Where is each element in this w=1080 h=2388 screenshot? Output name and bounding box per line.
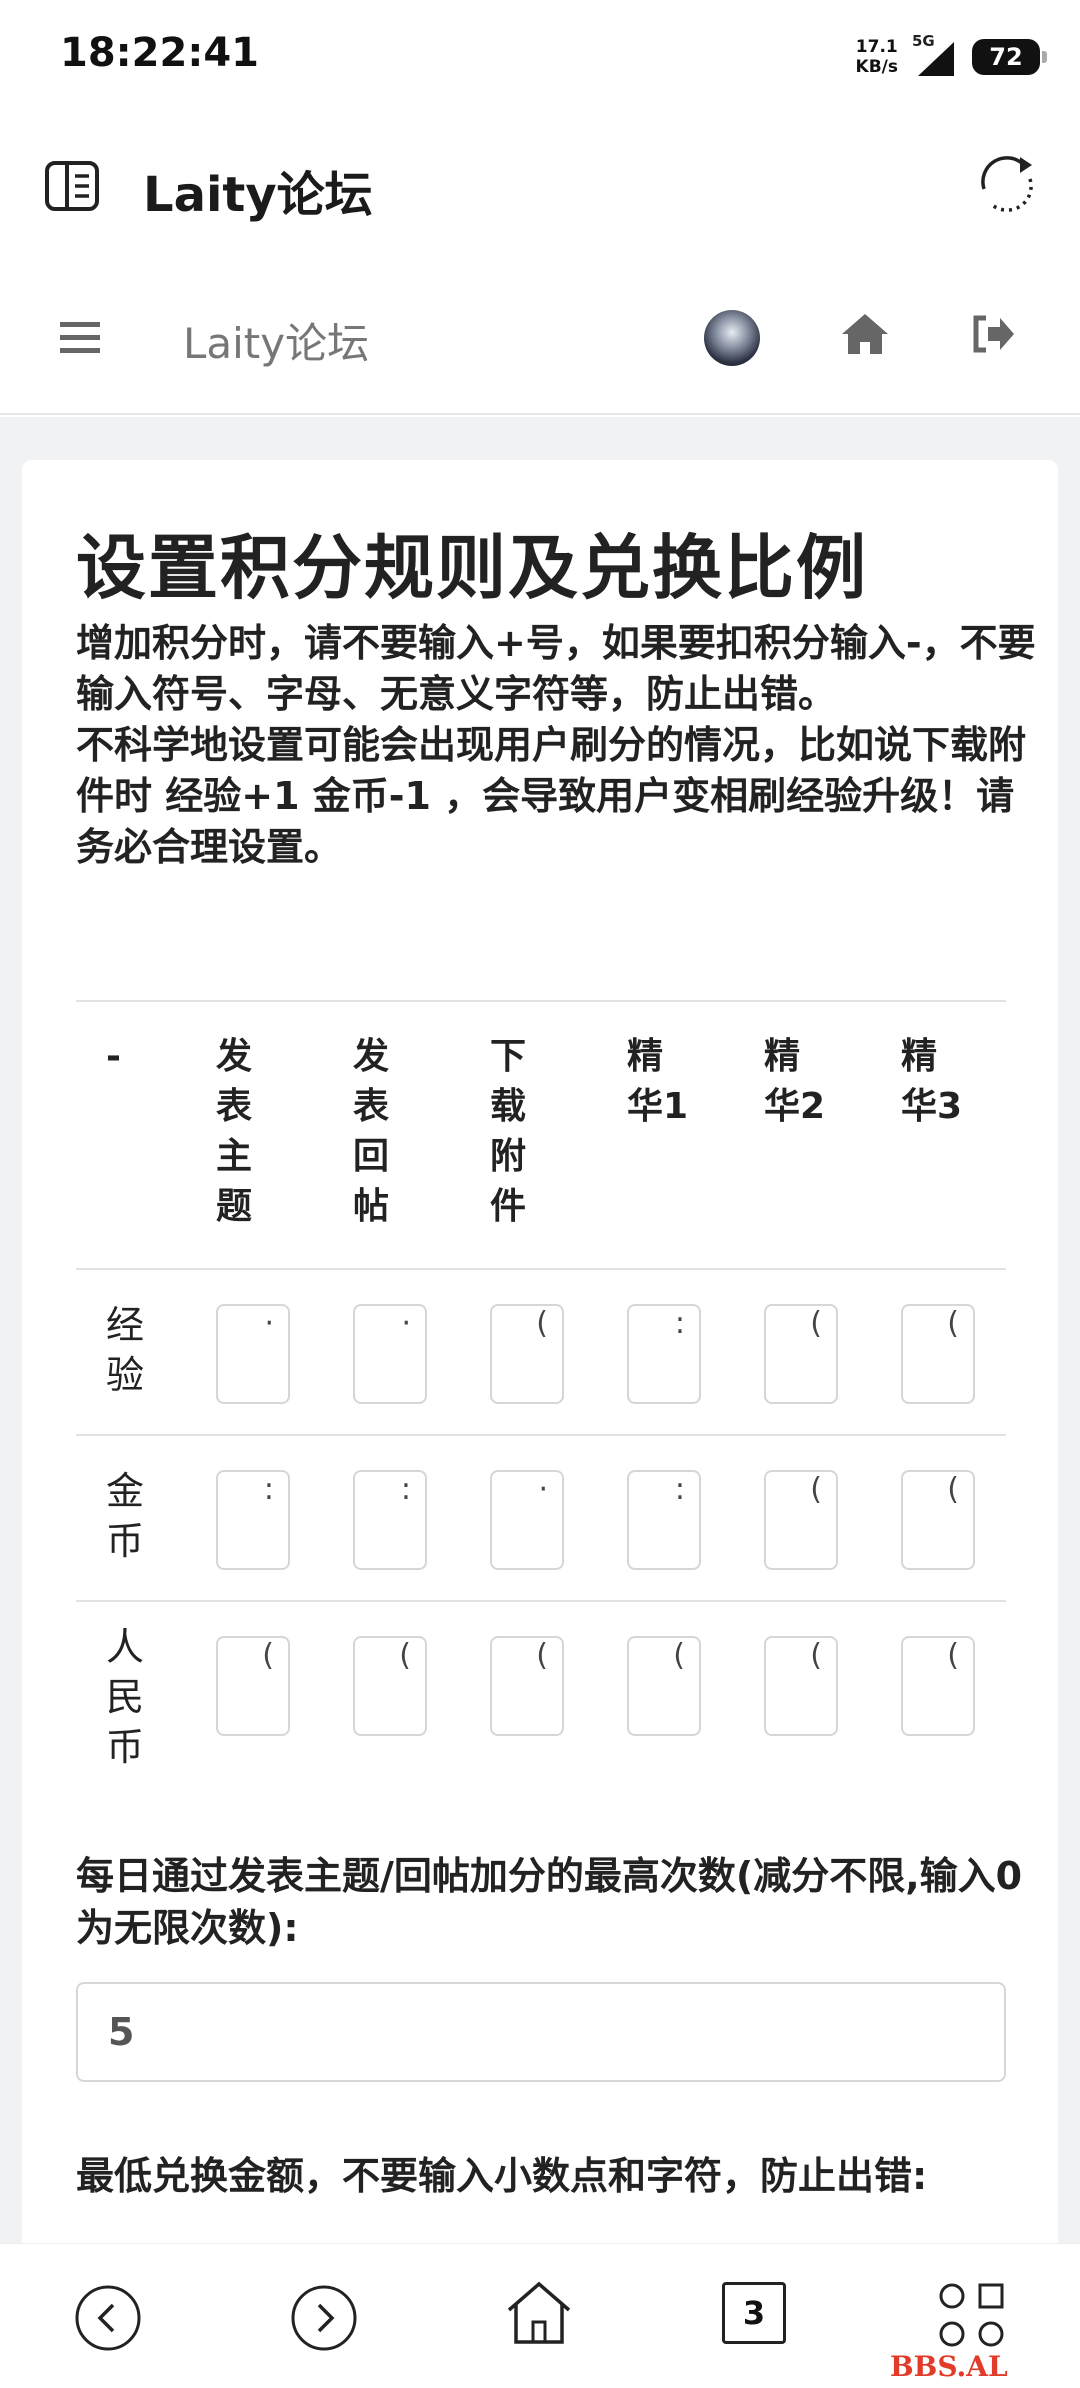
points-input[interactable]: ( (353, 1636, 427, 1736)
table-header: - 发表主题 发表回帖 下载附件 精华1 精华2 精华3 (76, 1002, 1006, 1270)
column-header: 精华2 (764, 1036, 826, 1127)
side-panel-icon[interactable] (44, 160, 100, 216)
app-title: Laity论坛 (143, 167, 373, 223)
min-exchange-label: 最低兑换金额，不要输入小数点和字符，防止出错: (76, 2154, 928, 2198)
app-bar: Laity论坛 (0, 115, 1080, 260)
net-speed-value: 17.1 (855, 37, 898, 57)
points-table: - 发表主题 发表回帖 下载附件 精华1 精华2 精华3 经验 · · ( : … (76, 1000, 1006, 1790)
description-line-2: 不科学地设置可能会出现用户刷分的情况，比如说下载附件时 经验+1 金币-1 ，会… (76, 723, 1027, 869)
points-input[interactable]: ( (764, 1304, 838, 1404)
hamburger-menu-icon[interactable] (60, 320, 102, 360)
back-icon[interactable] (74, 2284, 142, 2356)
forward-icon[interactable] (290, 2284, 358, 2356)
column-header: 发表回帖 (353, 1036, 390, 1227)
home-icon[interactable] (504, 2278, 574, 2352)
column-header: 发表主题 (216, 1036, 253, 1227)
table-corner-header: - (106, 1036, 121, 1077)
menu-grid-icon[interactable] (936, 2282, 1008, 2356)
column-header: 精华1 (627, 1036, 689, 1127)
table-row-gold: 金币 : : · : ( ( (76, 1436, 1006, 1602)
network-type: 5G (912, 32, 935, 50)
watermark-text: BBS.AL (890, 2350, 1008, 2383)
row-label: 人民币 (106, 1625, 145, 1769)
points-input[interactable]: : (216, 1470, 290, 1570)
points-input[interactable]: ( (901, 1636, 975, 1736)
table-row-rmb: 人民币 ( ( ( ( ( ( (76, 1602, 1006, 1790)
points-input[interactable]: : (627, 1470, 701, 1570)
tabs-count-button[interactable]: 3 (722, 2282, 786, 2344)
points-input[interactable]: ( (901, 1470, 975, 1570)
row-label: 金币 (106, 1469, 145, 1563)
column-header: 下载附件 (490, 1036, 527, 1227)
points-input[interactable]: ( (216, 1636, 290, 1736)
points-input[interactable]: · (353, 1304, 427, 1404)
row-label: 经验 (106, 1303, 145, 1397)
status-bar: 18:22:41 17.1 KB/s 5G 72 (0, 0, 1080, 115)
net-speed-unit: KB/s (855, 57, 898, 77)
points-input[interactable]: ( (764, 1636, 838, 1736)
refresh-icon[interactable] (972, 149, 1042, 223)
column-header: 精华3 (901, 1036, 963, 1127)
status-indicators: 17.1 KB/s 5G 72 (856, 32, 1047, 82)
points-input[interactable]: ( (627, 1636, 701, 1736)
net-speed: 17.1 KB/s (856, 37, 898, 77)
daily-limit-input[interactable]: 5 (76, 1982, 1006, 2082)
settings-card: 设置积分规则及兑换比例 增加积分时，请不要输入+号，如果要扣积分输入-，不要输入… (22, 460, 1058, 2260)
points-input[interactable]: : (353, 1470, 427, 1570)
table-row-experience: 经验 · · ( : ( ( (76, 1270, 1006, 1436)
points-input[interactable]: · (490, 1470, 564, 1570)
points-input[interactable]: ( (490, 1636, 564, 1736)
logout-icon[interactable] (972, 314, 1016, 358)
avatar[interactable] (704, 310, 760, 366)
daily-limit-label: 每日通过发表主题/回帖加分的最高次数(减分不限,输入0为无限次数): (76, 1854, 1023, 1950)
points-input[interactable]: · (216, 1304, 290, 1404)
description: 增加积分时，请不要输入+号，如果要扣积分输入-，不要输入符号、字母、无意义字符等… (76, 618, 1036, 873)
page-title: 设置积分规则及兑换比例 (76, 527, 868, 609)
watermark-logo: BBS.AL (890, 2350, 1070, 2388)
battery-icon: 72 (972, 39, 1047, 75)
status-time: 18:22:41 (60, 30, 259, 76)
points-input[interactable]: ( (764, 1470, 838, 1570)
points-input[interactable]: ( (490, 1304, 564, 1404)
site-navbar: Laity论坛 (0, 260, 1080, 415)
home-icon[interactable] (840, 312, 890, 360)
signal-icon: 5G (912, 32, 958, 80)
site-title[interactable]: Laity论坛 (183, 310, 369, 371)
description-line-1: 增加积分时，请不要输入+号，如果要扣积分输入-，不要输入符号、字母、无意义字符等… (76, 621, 1036, 716)
points-input[interactable]: : (627, 1304, 701, 1404)
points-input[interactable]: ( (901, 1304, 975, 1404)
